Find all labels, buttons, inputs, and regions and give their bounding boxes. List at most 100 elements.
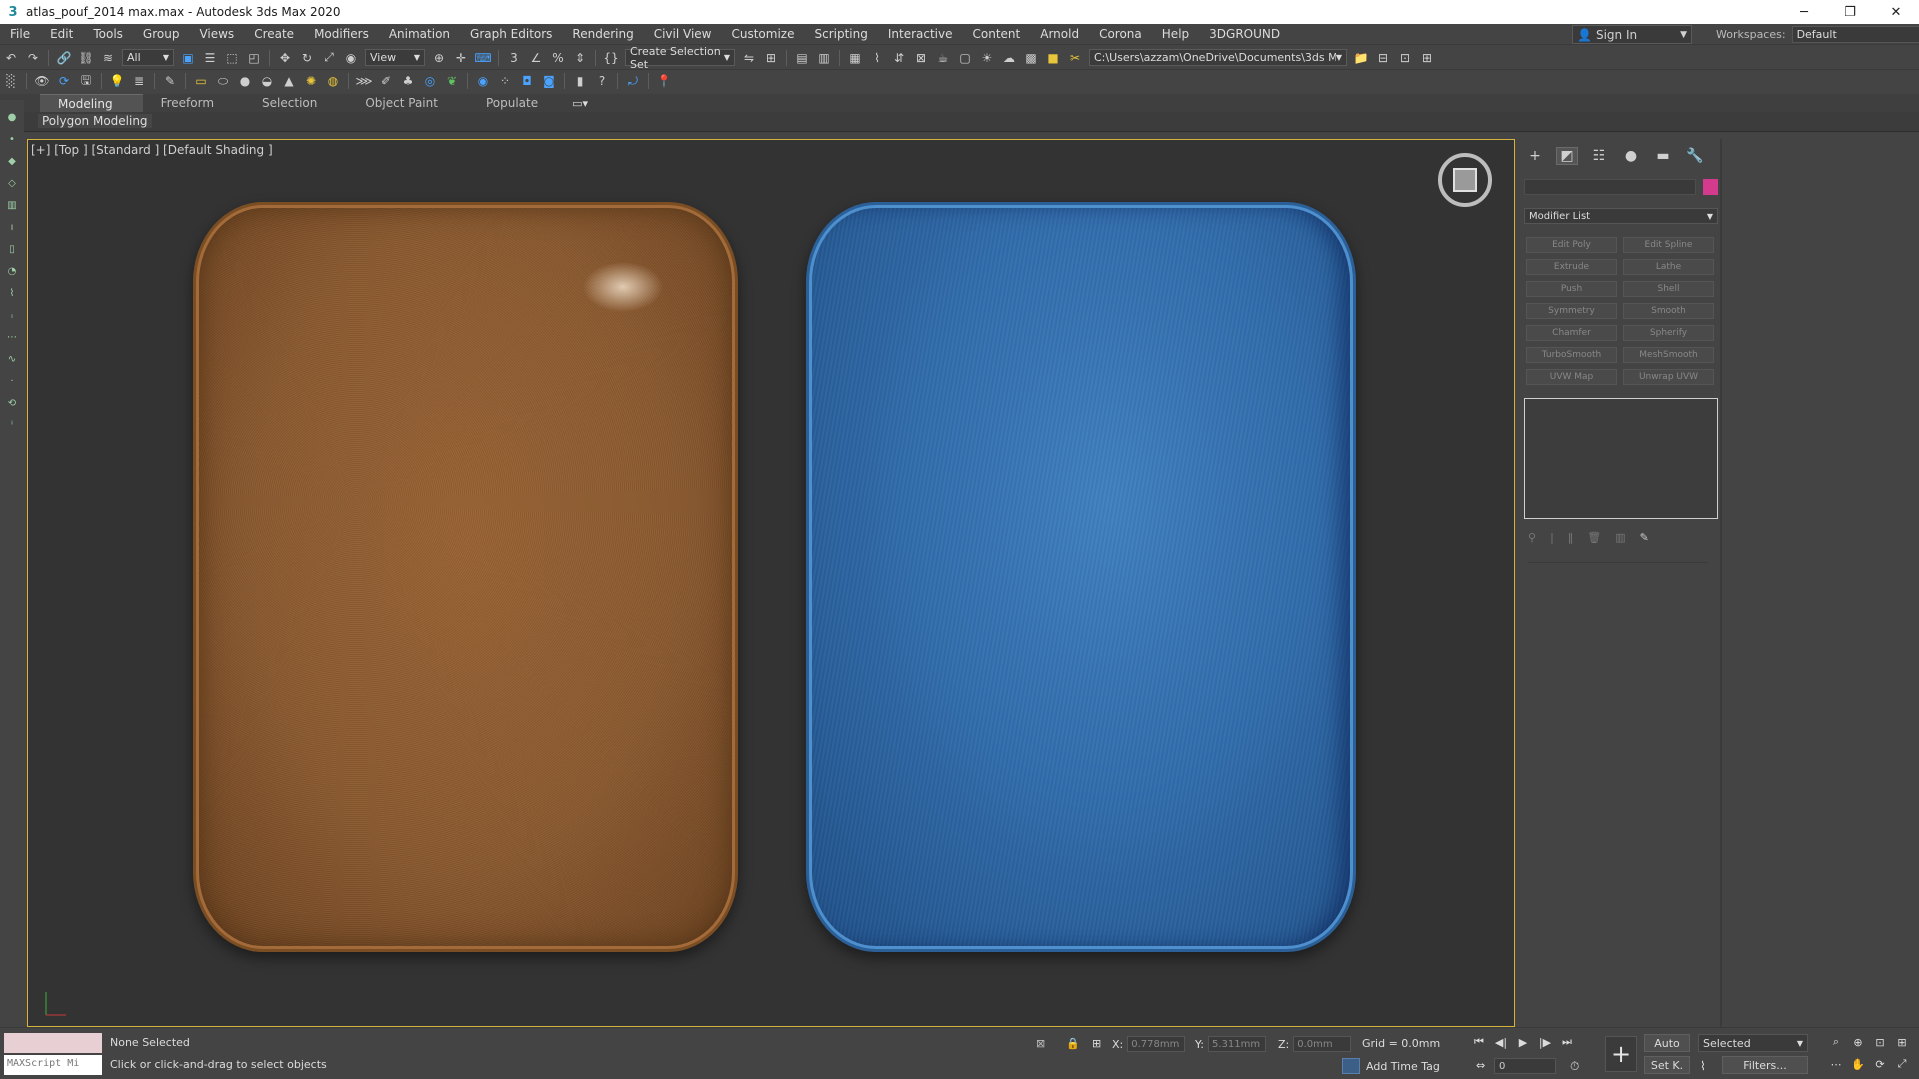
extrude-button[interactable]: Extrude bbox=[1526, 259, 1617, 275]
display-icon[interactable]: ▬ bbox=[1652, 147, 1674, 165]
close-button[interactable]: ✕ bbox=[1873, 0, 1919, 24]
set-project-icon[interactable]: ⊟ bbox=[1373, 49, 1393, 67]
zoom-extents-all-icon[interactable]: ⊞ bbox=[1892, 1034, 1912, 1050]
modifier-stack[interactable] bbox=[1524, 398, 1718, 519]
menu-interactive[interactable]: Interactive bbox=[878, 24, 963, 45]
field-of-view-icon[interactable]: ⋯ bbox=[1826, 1056, 1846, 1072]
eye-icon[interactable]: 👁 bbox=[32, 72, 52, 90]
meshsmooth-button[interactable]: MeshSmooth bbox=[1623, 347, 1714, 363]
minimize-button[interactable]: ─ bbox=[1781, 0, 1827, 24]
object-name-field[interactable] bbox=[1524, 179, 1696, 195]
scissors-icon[interactable]: ✂ bbox=[1065, 49, 1085, 67]
menu-create[interactable]: Create bbox=[244, 24, 304, 45]
create-icon[interactable]: + bbox=[1524, 147, 1546, 165]
ribbon-options-icon[interactable]: ▭▾ bbox=[572, 97, 588, 110]
project-settings-icon[interactable]: ⊞ bbox=[1417, 49, 1437, 67]
maximize-viewport-icon[interactable]: ⤢ bbox=[1892, 1056, 1912, 1072]
menu-file[interactable]: File bbox=[0, 24, 40, 45]
paint-icon[interactable]: ✐ bbox=[376, 72, 396, 90]
menu-group[interactable]: Group bbox=[133, 24, 190, 45]
modifier-list-dropdown[interactable]: Modifier List ▼ bbox=[1524, 208, 1718, 224]
camera-orbit-icon[interactable]: ◔ bbox=[5, 264, 19, 278]
redo-icon[interactable]: ↷ bbox=[23, 49, 43, 67]
tab-object-paint[interactable]: Object Paint bbox=[347, 94, 468, 112]
window-crossing-icon[interactable]: ◰ bbox=[244, 49, 264, 67]
render-region-icon[interactable]: ◘ bbox=[517, 72, 537, 90]
save-project-icon[interactable]: ⊡ bbox=[1395, 49, 1415, 67]
menu-help[interactable]: Help bbox=[1152, 24, 1199, 45]
workspace-select[interactable]: Default ▼ bbox=[1791, 26, 1919, 43]
cylinder-icon[interactable]: ⬭ bbox=[213, 72, 233, 90]
spinner-snap-icon[interactable]: ⇕ bbox=[570, 49, 590, 67]
rendered-frame-window-icon[interactable]: ▢ bbox=[955, 49, 975, 67]
selection-filter-dropdown[interactable]: All ▼ bbox=[122, 49, 174, 66]
hierarchy-icon[interactable]: ☷ bbox=[1588, 147, 1610, 165]
spherify-button[interactable]: Spherify bbox=[1623, 325, 1714, 341]
menu-scripting[interactable]: Scripting bbox=[804, 24, 877, 45]
list-icon[interactable]: ▮ bbox=[570, 72, 590, 90]
play-icon[interactable]: ▶ bbox=[1514, 1034, 1532, 1050]
menu-customize[interactable]: Customize bbox=[721, 24, 804, 45]
create-selection-set-dropdown[interactable]: Create Selection Set ▼ bbox=[625, 45, 735, 71]
next-frame-icon[interactable]: |▶ bbox=[1536, 1034, 1554, 1050]
sphere-icon[interactable]: ● bbox=[235, 72, 255, 90]
menu-corona[interactable]: Corona bbox=[1089, 24, 1152, 45]
info-icon[interactable]: ⁱ bbox=[5, 418, 19, 432]
particles-icon[interactable]: ⁘ bbox=[495, 72, 515, 90]
add-time-tag[interactable]: Add Time Tag bbox=[1342, 1058, 1440, 1074]
tab-populate[interactable]: Populate bbox=[468, 94, 568, 112]
save-icon[interactable]: 🖫 bbox=[76, 72, 96, 90]
menu-edit[interactable]: Edit bbox=[40, 24, 83, 45]
spline-icon[interactable]: ı bbox=[5, 220, 19, 234]
curve-editor-icon[interactable]: ⌇ bbox=[867, 49, 887, 67]
isolate-selection-icon[interactable]: ⊠ bbox=[1036, 1037, 1045, 1050]
menu-3dground[interactable]: 3DGROUND bbox=[1199, 24, 1290, 45]
layer-icon[interactable]: ▥ bbox=[5, 198, 19, 212]
shell-button[interactable]: Shell bbox=[1623, 281, 1714, 297]
chamfer-button[interactable]: Chamfer bbox=[1526, 325, 1617, 341]
orbit-icon[interactable]: ⟳ bbox=[1870, 1056, 1890, 1072]
rectangular-selection-icon[interactable]: ⬚ bbox=[222, 49, 242, 67]
brush-icon[interactable]: ✎ bbox=[160, 72, 180, 90]
select-by-name-icon[interactable]: ☰ bbox=[200, 49, 220, 67]
percent-snap-icon[interactable]: % bbox=[548, 49, 568, 67]
help-circle-icon[interactable]: ? bbox=[592, 72, 612, 90]
render-in-cloud-icon[interactable]: ☁ bbox=[999, 49, 1019, 67]
place-icon[interactable]: ◉ bbox=[341, 49, 361, 67]
configure-modifier-sets-icon[interactable]: ▥ bbox=[1615, 531, 1625, 544]
z-field[interactable]: 0.0mm bbox=[1293, 1036, 1352, 1052]
edit-icon[interactable]: ✎ bbox=[1640, 531, 1649, 544]
sync-icon[interactable]: ⤾ bbox=[623, 72, 643, 90]
time-configuration-icon[interactable]: ⏱ bbox=[1570, 1059, 1579, 1074]
snaps-toggle-icon[interactable]: 3 bbox=[504, 49, 524, 67]
shape-icon[interactable]: ◇ bbox=[5, 176, 19, 190]
edit-spline-button[interactable]: Edit Spline bbox=[1623, 237, 1714, 253]
orbit-icon[interactable]: ⟲ bbox=[5, 396, 19, 410]
move-icon[interactable]: ✥ bbox=[275, 49, 295, 67]
select-object-icon[interactable]: ▣ bbox=[178, 49, 198, 67]
sun-icon[interactable]: ✺ bbox=[301, 72, 321, 90]
path-icon[interactable]: ⌇ bbox=[5, 286, 19, 300]
zoom-all-icon[interactable]: ⊕ bbox=[1848, 1034, 1868, 1050]
maxscript-mini-listener[interactable]: MAXScript Mi bbox=[4, 1055, 102, 1075]
project-folder-dropdown[interactable]: C:\Users\azzam\OneDrive\Documents\3ds Ma… bbox=[1089, 49, 1347, 66]
vertex-icon[interactable]: · bbox=[5, 374, 19, 388]
ribbon-toggle-icon[interactable]: ▦ bbox=[845, 49, 865, 67]
flow-icon[interactable]: ∿ bbox=[5, 352, 19, 366]
keyboard-shortcut-override-icon[interactable]: ⌨ bbox=[473, 49, 493, 67]
current-frame-field[interactable]: 0 bbox=[1494, 1058, 1556, 1074]
dot-icon[interactable]: • bbox=[5, 132, 19, 146]
pin-stack-icon[interactable]: ⚲ bbox=[1528, 531, 1536, 544]
tab-modeling[interactable]: Modeling bbox=[40, 93, 143, 113]
menu-modifiers[interactable]: Modifiers bbox=[304, 24, 379, 45]
geometry-icon[interactable]: ◆ bbox=[5, 154, 19, 168]
edit-poly-button[interactable]: Edit Poly bbox=[1526, 237, 1617, 253]
align-icon[interactable]: ⊞ bbox=[761, 49, 781, 67]
pivot-center-icon[interactable]: ⊕ bbox=[429, 49, 449, 67]
previous-frame-icon[interactable]: ◀| bbox=[1492, 1034, 1510, 1050]
menu-views[interactable]: Views bbox=[189, 24, 244, 45]
mirror-icon[interactable]: ⇋ bbox=[739, 49, 759, 67]
key-filters-button[interactable]: Filters... bbox=[1722, 1056, 1808, 1074]
menu-rendering[interactable]: Rendering bbox=[562, 24, 643, 45]
unlink-icon[interactable]: ⛓ bbox=[76, 49, 96, 67]
